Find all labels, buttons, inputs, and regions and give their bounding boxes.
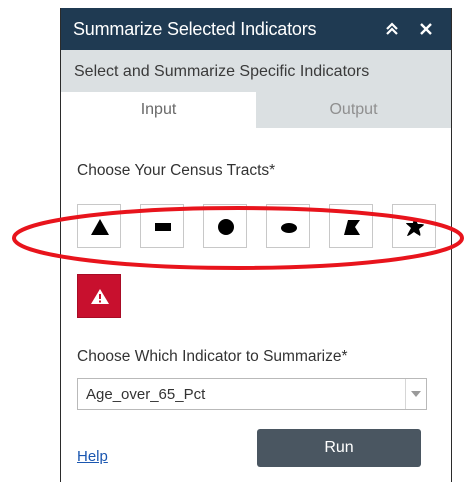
draw-ellipse-button[interactable] [266, 204, 310, 248]
indicator-label: Choose Which Indicator to Summarize* [77, 348, 348, 365]
screenshot-stage: Summarize Selected Indicators Select and… [0, 0, 464, 482]
tab-output[interactable]: Output [256, 92, 451, 128]
draw-circle-button[interactable] [203, 204, 247, 248]
draw-triangle-button[interactable] [77, 204, 121, 248]
clear-graphics-button[interactable] [77, 274, 121, 318]
census-tracts-label: Choose Your Census Tracts* [77, 162, 276, 179]
ellipse-icon [281, 223, 297, 233]
tab-input[interactable]: Input [61, 92, 256, 128]
indicator-select[interactable]: Age_over_65_Pct [77, 378, 427, 410]
widget-titlebar: Summarize Selected Indicators [61, 8, 451, 50]
widget-subtitle: Select and Summarize Specific Indicators [74, 63, 370, 80]
draw-rectangle-button[interactable] [140, 204, 184, 248]
summarize-widget-panel: Summarize Selected Indicators Select and… [60, 8, 452, 482]
dropdown-arrow[interactable] [405, 379, 426, 409]
widget-subtitle-bar: Select and Summarize Specific Indicators [61, 50, 451, 92]
run-button[interactable]: Run [257, 429, 421, 467]
polygon-icon [344, 220, 360, 235]
warning-icon [91, 289, 109, 304]
close-icon[interactable] [417, 20, 435, 38]
draw-tools-toolbar [77, 204, 437, 248]
draw-freehand-polygon-button[interactable] [392, 204, 436, 248]
indicator-select-value: Age_over_65_Pct [86, 386, 206, 403]
triangle-icon [91, 219, 109, 235]
collapse-icon[interactable] [383, 20, 401, 38]
chevron-down-icon [411, 391, 421, 397]
rectangle-icon [155, 223, 171, 231]
help-link[interactable]: Help [77, 448, 108, 466]
widget-title: Summarize Selected Indicators [73, 19, 317, 39]
circle-icon [218, 219, 234, 235]
freehand-polygon-icon [406, 218, 424, 236]
draw-polygon-button[interactable] [329, 204, 373, 248]
